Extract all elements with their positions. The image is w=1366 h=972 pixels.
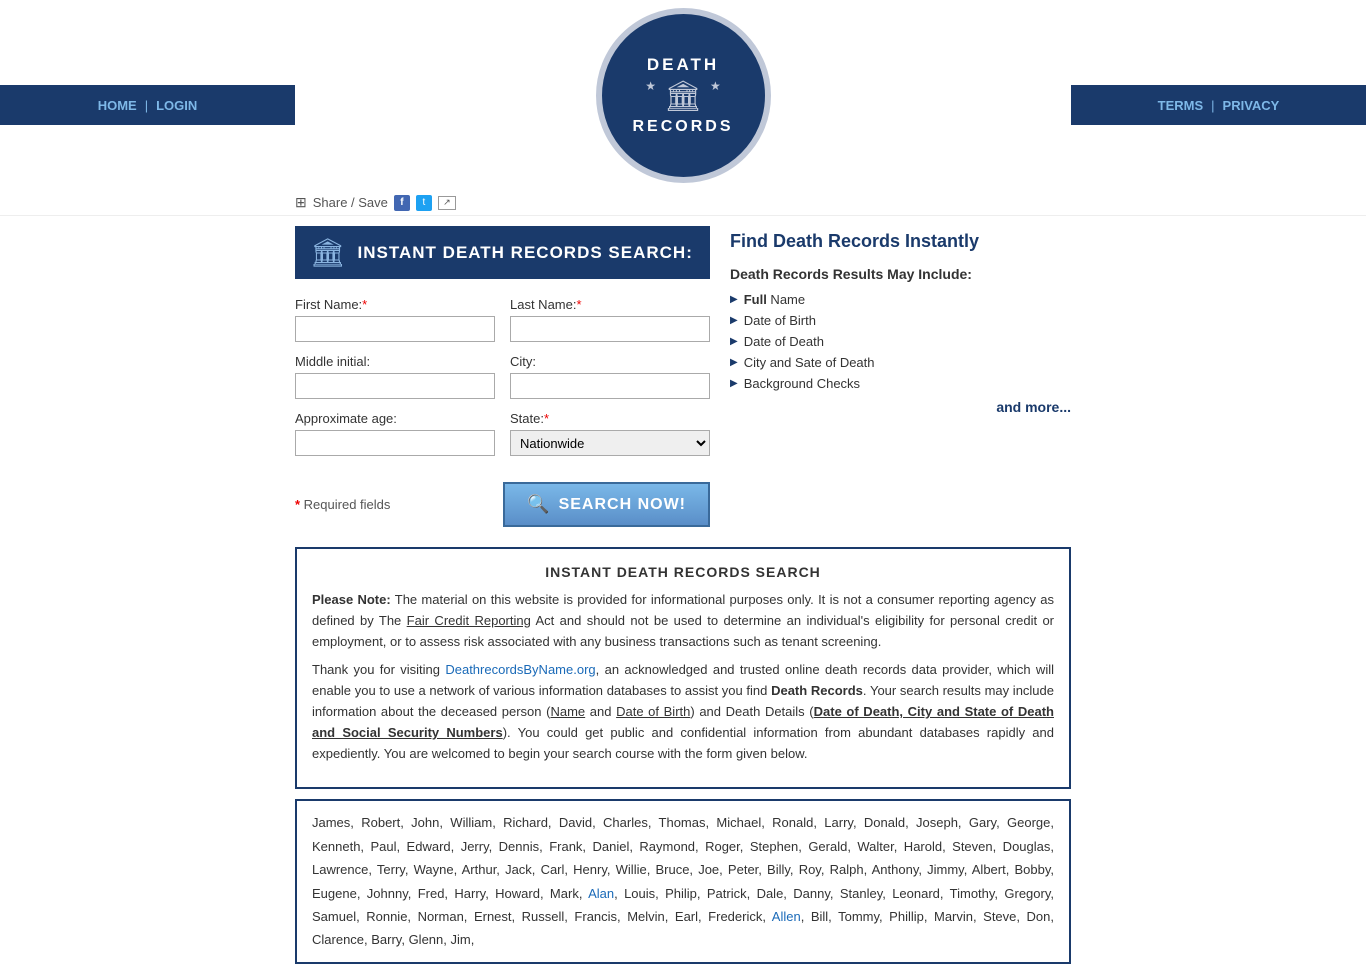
middle-initial-group: Middle initial: [295, 354, 495, 399]
city-input[interactable] [510, 373, 710, 399]
nav-right: TERMS | PRIVACY [1071, 85, 1366, 125]
logo-text-bottom: RECORDS [632, 118, 733, 136]
result-icon-fullname: ▶ [730, 294, 738, 305]
result-fullname: ▶ Full Name [730, 292, 1071, 307]
result-dob-text: Date of Birth [744, 313, 816, 328]
logo-text-top: DEATH [647, 55, 719, 75]
result-city-state: ▶ City and Sate of Death [730, 355, 1071, 370]
last-name-label: Last Name:* [510, 297, 710, 312]
find-title: Find Death Records Instantly [730, 231, 1071, 252]
last-name-group: Last Name:* [510, 297, 710, 342]
result-icon-bg: ▶ [730, 378, 738, 389]
search-header: 🏛 INSTANT DEATH RECORDS SEARCH: [295, 226, 710, 279]
search-header-text: INSTANT DEATH RECORDS SEARCH: [358, 243, 693, 263]
first-name-required: * [362, 297, 367, 312]
required-note: * Required fields [295, 497, 390, 512]
required-star: * [295, 497, 304, 512]
age-label: Approximate age: [295, 411, 495, 426]
logo: DEATH ★ 🏛 ★ RECORDS [596, 8, 771, 183]
names-text: James, Robert, John, William, Richard, D… [312, 811, 1054, 951]
names-box: James, Robert, John, William, Richard, D… [295, 799, 1071, 963]
results-title: Death Records Results May Include: [730, 266, 1071, 282]
result-fullname-text: Full Name [744, 292, 805, 307]
search-header-icon: 🏛 [310, 236, 346, 269]
alan-link[interactable]: Alan [588, 886, 614, 901]
search-form-panel: 🏛 INSTANT DEATH RECORDS SEARCH: First Na… [295, 226, 710, 527]
state-required: * [544, 411, 549, 426]
result-icon-dod: ▶ [730, 336, 738, 347]
nav-left: HOME | LOGIN [0, 85, 295, 125]
search-button[interactable]: 🔍 SEARCH NOW! [503, 482, 710, 527]
result-icon-dob: ▶ [730, 315, 738, 326]
terms-link[interactable]: TERMS [1158, 98, 1204, 113]
first-name-group: First Name:* [295, 297, 495, 342]
info-p2: Thank you for visiting DeathrecordsByNam… [312, 660, 1054, 764]
and-more: and more... [730, 399, 1071, 415]
home-link[interactable]: HOME [98, 98, 137, 113]
city-label: City: [510, 354, 710, 369]
first-name-label: First Name:* [295, 297, 495, 312]
result-dod: ▶ Date of Death [730, 334, 1071, 349]
result-bg-text: Background Checks [744, 376, 860, 391]
state-group: State:* NationwideAlabamaAlaskaArizonaAr… [510, 411, 710, 456]
twitter-icon[interactable]: t [416, 195, 432, 211]
first-name-input[interactable] [295, 316, 495, 342]
privacy-link[interactable]: PRIVACY [1223, 98, 1280, 113]
form-bottom: * Required fields 🔍 SEARCH NOW! [295, 474, 710, 527]
facebook-icon[interactable]: f [394, 195, 410, 211]
result-bg: ▶ Background Checks [730, 376, 1071, 391]
result-city-text: City and Sate of Death [744, 355, 875, 370]
middle-initial-label: Middle initial: [295, 354, 495, 369]
age-input[interactable] [295, 430, 495, 456]
logo-stars: ★ 🏛 ★ [645, 79, 721, 114]
age-state-row: Approximate age: State:* NationwideAlaba… [295, 411, 710, 456]
result-dod-text: Date of Death [744, 334, 824, 349]
star-right-icon: ★ [710, 79, 721, 114]
share-other-icon[interactable]: ↗ [438, 196, 456, 210]
last-name-required: * [576, 297, 581, 312]
last-name-input[interactable] [510, 316, 710, 342]
nav-sep-right: | [1211, 98, 1214, 113]
info-panel: Find Death Records Instantly Death Recor… [730, 226, 1071, 527]
login-link[interactable]: LOGIN [156, 98, 197, 113]
share-box-icon: ⊞ [295, 194, 307, 211]
main-content: 🏛 INSTANT DEATH RECORDS SEARCH: First Na… [0, 216, 1366, 537]
name-row: First Name:* Last Name:* [295, 297, 710, 342]
nav-sep-left: | [145, 98, 148, 113]
result-dob: ▶ Date of Birth [730, 313, 1071, 328]
city-group: City: [510, 354, 710, 399]
header: HOME | LOGIN DEATH ★ 🏛 ★ RECORDS TERMS |… [0, 0, 1366, 190]
info-box: INSTANT DEATH RECORDS SEARCH Please Note… [295, 547, 1071, 789]
share-bar: ⊞ Share / Save f t ↗ [0, 190, 1366, 216]
building-icon: 🏛 [664, 79, 702, 114]
allen-link[interactable]: Allen [772, 909, 801, 924]
state-label: State:* [510, 411, 710, 426]
middle-initial-input[interactable] [295, 373, 495, 399]
state-select[interactable]: NationwideAlabamaAlaskaArizonaArkansasCa… [510, 430, 710, 456]
age-group: Approximate age: [295, 411, 495, 456]
site-link[interactable]: DeathrecordsByName.org [445, 662, 595, 677]
info-p1: Please Note: The material on this websit… [312, 590, 1054, 652]
share-label: Share / Save [313, 195, 388, 210]
info-box-title: INSTANT DEATH RECORDS SEARCH [312, 564, 1054, 580]
star-left-icon: ★ [645, 79, 656, 114]
result-icon-city: ▶ [730, 357, 738, 368]
magnifier-icon: 🔍 [527, 494, 550, 515]
middle-city-row: Middle initial: City: [295, 354, 710, 399]
